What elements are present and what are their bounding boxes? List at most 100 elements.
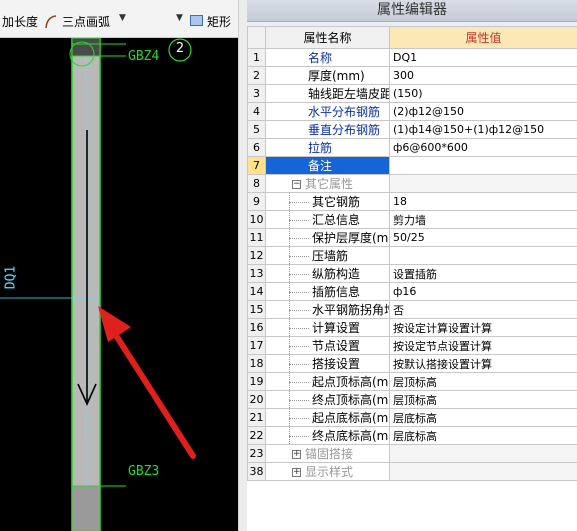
property-name[interactable]: 汇总信息: [265, 210, 390, 229]
table-row-selected[interactable]: 7 备注: [247, 156, 577, 175]
property-name[interactable]: 压墙筋: [265, 246, 390, 265]
table-row[interactable]: 1 名称 DQ1: [247, 48, 577, 67]
table-row[interactable]: 11 保护层厚度(mm) 50/25: [247, 228, 577, 247]
property-value[interactable]: ф16: [389, 282, 577, 301]
row-number: 4: [247, 102, 266, 121]
property-value[interactable]: 剪力墙: [389, 210, 577, 229]
column-gbz3: [71, 485, 101, 531]
table-row[interactable]: 19 起点顶标高(m) 层顶标高: [247, 372, 577, 391]
expand-icon[interactable]: +: [292, 450, 301, 459]
shape-dropdown-icon[interactable]: ▼: [176, 13, 183, 23]
table-row[interactable]: 16 计算设置 按设定计算设置计算: [247, 318, 577, 337]
property-name[interactable]: 搭接设置: [265, 354, 390, 373]
property-value[interactable]: 层顶标高: [389, 372, 577, 391]
property-name[interactable]: 节点设置: [265, 336, 390, 355]
annotation-arrow: [107, 323, 196, 459]
property-name[interactable]: 垂直分布钢筋: [265, 120, 390, 139]
table-row[interactable]: 4 水平分布钢筋 (2)ф12@150: [247, 102, 577, 121]
property-name[interactable]: 名称: [265, 48, 390, 67]
property-value[interactable]: 层底标高: [389, 426, 577, 445]
group-header[interactable]: − 其它属性: [265, 174, 390, 193]
property-name[interactable]: 保护层厚度(mm): [265, 228, 390, 247]
property-value[interactable]: (150): [389, 84, 577, 103]
collapse-icon[interactable]: −: [292, 180, 301, 189]
row-number: 15: [247, 300, 266, 319]
table-row[interactable]: 2 厚度(mm) 300: [247, 66, 577, 85]
property-name-text: 保护层厚度(mm): [312, 231, 389, 245]
property-value[interactable]: 按设定计算设置计算: [389, 318, 577, 337]
property-value[interactable]: 层底标高: [389, 408, 577, 427]
drawing-canvas[interactable]: 2 GBZ4 GBZ3 DQ1: [0, 38, 238, 531]
table-row[interactable]: 18 搭接设置 按默认搭接设置计算: [247, 354, 577, 373]
row-number: 6: [247, 138, 266, 157]
table-row[interactable]: 5 垂直分布钢筋 (1)ф14@150+(1)ф12@150: [247, 120, 577, 139]
table-row[interactable]: 22 终点底标高(m) 层底标高: [247, 426, 577, 445]
three-point-arc-button[interactable]: 三点画弧: [62, 13, 110, 31]
property-name[interactable]: 轴线距左墙皮距离: [265, 84, 390, 103]
property-name-text: 起点底标高(m): [312, 411, 390, 425]
property-value[interactable]: ф6@600*600: [389, 138, 577, 157]
axis-number-label: 2: [175, 41, 185, 56]
row-number: 3: [247, 84, 266, 103]
group-row-anchorage[interactable]: 23 + 锚固搭接: [247, 444, 577, 463]
property-value[interactable]: 300: [389, 66, 577, 85]
property-name[interactable]: 拉筋: [265, 138, 390, 157]
property-value[interactable]: [389, 246, 577, 265]
property-name[interactable]: 纵筋构造: [265, 264, 390, 283]
table-row[interactable]: 13 纵筋构造 设置插筋: [247, 264, 577, 283]
header-property-name[interactable]: 属性名称: [265, 26, 390, 49]
row-number: 23: [247, 444, 266, 463]
group-header[interactable]: + 锚固搭接: [265, 444, 390, 463]
group-label: 其它属性: [305, 177, 354, 191]
header-property-value[interactable]: 属性值: [389, 26, 577, 49]
pane-splitter[interactable]: [238, 0, 247, 531]
property-name[interactable]: 厚度(mm): [265, 66, 390, 85]
property-value[interactable]: 否: [389, 300, 577, 319]
row-number: 22: [247, 426, 266, 445]
table-row[interactable]: 21 起点底标高(m) 层底标高: [247, 408, 577, 427]
property-name[interactable]: 其它钢筋: [265, 192, 390, 211]
property-name-text: 计算设置: [312, 321, 361, 335]
property-value[interactable]: 18: [389, 192, 577, 211]
property-name[interactable]: 终点底标高(m): [265, 426, 390, 445]
property-name[interactable]: 终点顶标高(m): [265, 390, 390, 409]
property-name[interactable]: 插筋信息: [265, 282, 390, 301]
annotation-arrowhead: [98, 306, 131, 342]
table-row[interactable]: 10 汇总信息 剪力墙: [247, 210, 577, 229]
property-name[interactable]: 起点底标高(m): [265, 408, 390, 427]
table-row[interactable]: 20 终点顶标高(m) 层顶标高: [247, 390, 577, 409]
property-value[interactable]: 设置插筋: [389, 264, 577, 283]
group-row-display[interactable]: 38 + 显示样式: [247, 462, 577, 481]
drawing-pane: 加长度 三点画弧 ▼ ▼ 矩形 2 GBZ4 GBZ3 DQ1: [0, 0, 238, 531]
extend-length-button[interactable]: 加长度: [2, 13, 38, 31]
property-name-text: 其它钢筋: [312, 195, 361, 209]
property-name[interactable]: 水平分布钢筋: [265, 102, 390, 121]
property-name[interactable]: 计算设置: [265, 318, 390, 337]
table-row[interactable]: 12 压墙筋: [247, 246, 577, 265]
property-name[interactable]: 水平钢筋拐角增: [265, 300, 390, 319]
table-row[interactable]: 17 节点设置 按设定节点设置计算: [247, 336, 577, 355]
group-header[interactable]: + 显示样式: [265, 462, 390, 481]
table-row[interactable]: 9 其它钢筋 18: [247, 192, 577, 211]
property-value[interactable]: (1)ф14@150+(1)ф12@150: [389, 120, 577, 139]
table-row[interactable]: 6 拉筋 ф6@600*600: [247, 138, 577, 157]
property-value[interactable]: (2)ф12@150: [389, 102, 577, 121]
property-value[interactable]: [389, 156, 577, 175]
property-value[interactable]: 50/25: [389, 228, 577, 247]
property-name[interactable]: 备注: [265, 156, 390, 175]
group-row-other[interactable]: 8 − 其它属性: [247, 174, 577, 193]
table-row[interactable]: 15 水平钢筋拐角增 否: [247, 300, 577, 319]
property-value[interactable]: 层顶标高: [389, 390, 577, 409]
property-value[interactable]: 按默认搭接设置计算: [389, 354, 577, 373]
property-value[interactable]: DQ1: [389, 48, 577, 67]
rectangle-button[interactable]: 矩形: [207, 13, 231, 31]
draw-toolbar: 加长度 三点画弧 ▼ ▼ 矩形: [0, 0, 238, 38]
row-number: 38: [247, 462, 266, 481]
expand-icon[interactable]: +: [292, 468, 301, 477]
table-row[interactable]: 3 轴线距左墙皮距离 (150): [247, 84, 577, 103]
property-name[interactable]: 起点顶标高(m): [265, 372, 390, 391]
property-value[interactable]: 按设定节点设置计算: [389, 336, 577, 355]
arc-dropdown-icon[interactable]: ▼: [119, 13, 126, 23]
property-name-text: 压墙筋: [312, 249, 349, 263]
table-row[interactable]: 14 插筋信息 ф16: [247, 282, 577, 301]
